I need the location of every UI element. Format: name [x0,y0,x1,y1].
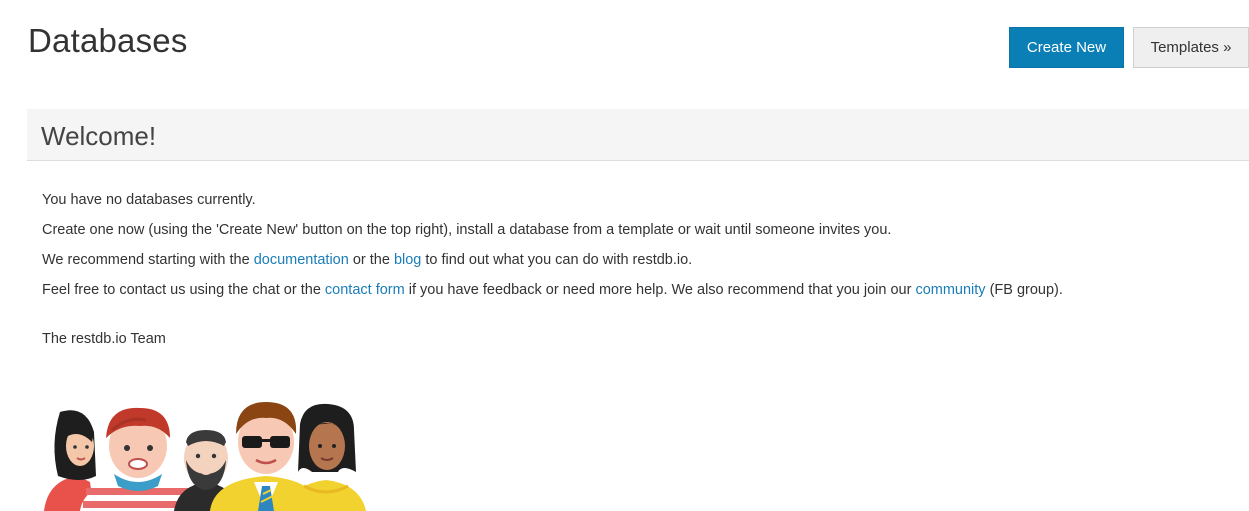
recommend-prefix: We recommend starting with the [42,252,254,268]
page-title: Databases [28,22,188,59]
header-actions: Create New Templates » [1009,27,1249,68]
recommend-text: We recommend starting with the documenta… [42,250,1232,270]
no-databases-text: You have no databases currently. [42,192,256,208]
contact-form-link[interactable]: contact form [325,282,405,298]
person-woman-right-icon [286,403,366,511]
templates-button[interactable]: Templates » [1133,27,1249,68]
create-new-button[interactable]: Create New [1009,27,1124,68]
blog-link[interactable]: blog [394,252,421,268]
contact-prefix: Feel free to contact us using the chat o… [42,282,325,298]
welcome-panel-body: You have no databases currently. Create … [42,190,1232,359]
contact-middle: if you have feedback or need more help. … [404,282,916,298]
person-man-redhair-icon [80,407,193,511]
contact-suffix: (FB group). [985,282,1063,298]
documentation-link[interactable]: documentation [254,252,349,268]
create-instructions-text: Create one now (using the 'Create New' b… [42,222,892,238]
recommend-middle: or the [348,252,394,268]
welcome-title: Welcome! [41,121,157,151]
contact-text: Feel free to contact us using the chat o… [42,280,1232,300]
welcome-panel-header: Welcome! [27,109,1249,161]
team-people-illustration-icon [44,402,366,511]
team-signature: The restdb.io Team [42,331,166,347]
recommend-suffix: to find out what you can do with restdb.… [421,252,693,268]
page: Databases Create New Templates » Welcome… [0,0,1249,511]
community-link[interactable]: community [915,282,985,298]
